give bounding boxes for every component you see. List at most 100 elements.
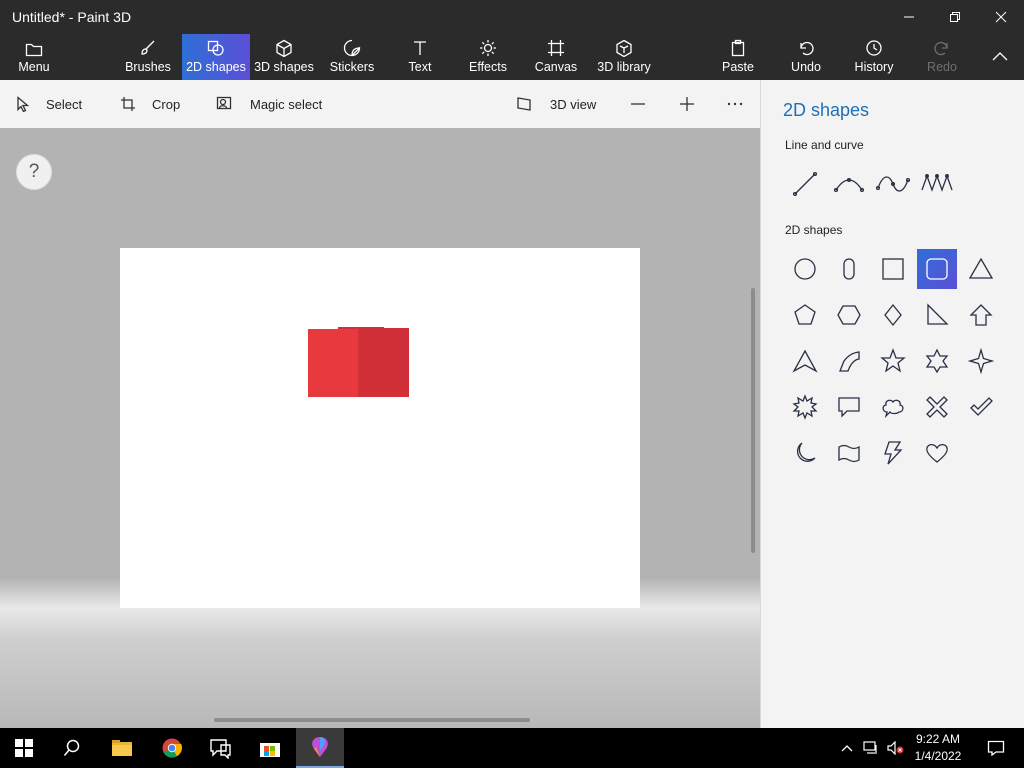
redo-icon (934, 41, 948, 56)
view3d-button[interactable]: 3D view (516, 80, 596, 128)
undo-button[interactable]: Undo (780, 34, 832, 80)
curve-tool[interactable] (829, 164, 869, 204)
moon-shape[interactable] (785, 433, 825, 473)
library3d-tab[interactable]: 3D library (594, 34, 654, 80)
magic-select-button[interactable]: Magic select (216, 80, 322, 128)
minus-icon (631, 103, 645, 105)
help-button[interactable]: ? (16, 154, 52, 190)
triangle-shape[interactable] (961, 249, 1001, 289)
feedback-button[interactable] (196, 728, 244, 768)
chrome-button[interactable] (148, 728, 196, 768)
chrome-icon (162, 738, 182, 758)
hexagon-icon (837, 305, 861, 325)
lightning-icon (884, 441, 903, 465)
pentagon-icon (794, 304, 816, 325)
wave-curve-tool[interactable] (917, 164, 957, 204)
drawing-canvas[interactable] (120, 248, 640, 608)
arc-shape[interactable] (829, 341, 869, 381)
more-options-button[interactable] (726, 80, 744, 128)
close-button[interactable] (978, 0, 1024, 34)
moon-icon (796, 442, 816, 462)
crop-icon (121, 97, 135, 111)
title-bar: Untitled* - Paint 3D (0, 0, 1024, 34)
horizontal-scrollbar[interactable] (214, 718, 530, 722)
speech-bubble-shape[interactable] (829, 387, 869, 427)
history-label: History (854, 60, 894, 74)
rounded-square-icon (926, 258, 948, 280)
right-triangle-shape[interactable] (917, 295, 957, 335)
arrowhead-shape[interactable] (785, 341, 825, 381)
start-button[interactable] (0, 728, 48, 768)
thought-bubble-shape[interactable] (873, 387, 913, 427)
pointer-icon (17, 96, 30, 112)
crop-button[interactable]: Crop (120, 80, 180, 128)
sun-icon (480, 40, 496, 56)
pill-shape[interactable] (829, 249, 869, 289)
crop-label: Crop (152, 96, 181, 112)
shapes2d-label: 2D shapes (186, 60, 246, 74)
red-rectangle-right[interactable] (358, 328, 409, 397)
s-curve-icon (876, 176, 910, 192)
canvas-tab[interactable]: Canvas (530, 34, 582, 80)
volume-muted-icon (887, 741, 904, 755)
red-rectangle-left[interactable] (308, 329, 360, 397)
paste-button[interactable]: Paste (712, 34, 764, 80)
hexagon-shape[interactable] (829, 295, 869, 335)
effects-tab[interactable]: Effects (462, 34, 514, 80)
circle-shape[interactable] (785, 249, 825, 289)
star4-shape[interactable] (961, 341, 1001, 381)
history-button[interactable]: History (846, 34, 902, 80)
network-status[interactable] (860, 728, 882, 768)
notifications-button[interactable] (972, 728, 1020, 768)
star5-shape[interactable] (873, 341, 913, 381)
collapse-ribbon-button[interactable] (980, 34, 1020, 80)
library3d-label: 3D library (597, 60, 651, 74)
vertical-scrollbar[interactable] (751, 288, 755, 553)
stickers-tab[interactable]: Stickers (326, 34, 378, 80)
burst-shape[interactable] (785, 387, 825, 427)
arc-icon (839, 351, 860, 372)
show-hidden-icons-button[interactable] (836, 728, 858, 768)
redo-button[interactable]: Redo (916, 34, 968, 80)
clock[interactable]: 9:22 AM 1/4/2022 (906, 731, 970, 765)
zoom-out-button[interactable] (630, 80, 646, 128)
volume-status[interactable] (884, 728, 906, 768)
line-icon (792, 171, 818, 197)
canvas-icon (548, 40, 564, 56)
arrow-up-shape[interactable] (961, 295, 1001, 335)
pentagon-shape[interactable] (785, 295, 825, 335)
lightning-shape[interactable] (873, 433, 913, 473)
rounded-square-shape[interactable] (917, 249, 957, 289)
square-shape[interactable] (873, 249, 913, 289)
check-icon (970, 397, 993, 416)
menu-button[interactable]: Menu (8, 34, 60, 80)
brushes-tab[interactable]: Brushes (118, 34, 178, 80)
diamond-shape[interactable] (873, 295, 913, 335)
zoom-in-button[interactable] (679, 80, 695, 128)
workspace: ? (0, 128, 760, 728)
banner-shape[interactable] (829, 433, 869, 473)
search-button[interactable] (48, 728, 96, 768)
file-explorer-button[interactable] (98, 728, 146, 768)
speech-bubble-icon (838, 397, 860, 418)
panel-title: 2D shapes (783, 100, 870, 120)
select-button[interactable]: Select (16, 80, 82, 128)
shapes3d-tab[interactable]: 3D shapes (254, 34, 314, 80)
ribbon: Menu Brushes 2D shapes 3D shapes Sticker… (0, 34, 1024, 80)
restore-icon (950, 12, 960, 22)
restore-button[interactable] (932, 0, 978, 34)
paint3d-taskbar-button[interactable] (296, 728, 344, 768)
view3d-label: 3D view (550, 96, 597, 112)
text-icon (414, 41, 426, 55)
line-curve-heading: Line and curve (785, 138, 864, 152)
shapes2d-tab[interactable]: 2D shapes (182, 34, 250, 80)
x-shape[interactable] (917, 387, 957, 427)
line-tool[interactable] (785, 164, 825, 204)
minimize-button[interactable] (886, 0, 932, 34)
heart-shape[interactable] (917, 433, 957, 473)
s-curve-tool[interactable] (873, 164, 913, 204)
text-tab[interactable]: Text (396, 34, 444, 80)
star6-shape[interactable] (917, 341, 957, 381)
store-button[interactable] (246, 728, 294, 768)
check-shape[interactable] (961, 387, 1001, 427)
